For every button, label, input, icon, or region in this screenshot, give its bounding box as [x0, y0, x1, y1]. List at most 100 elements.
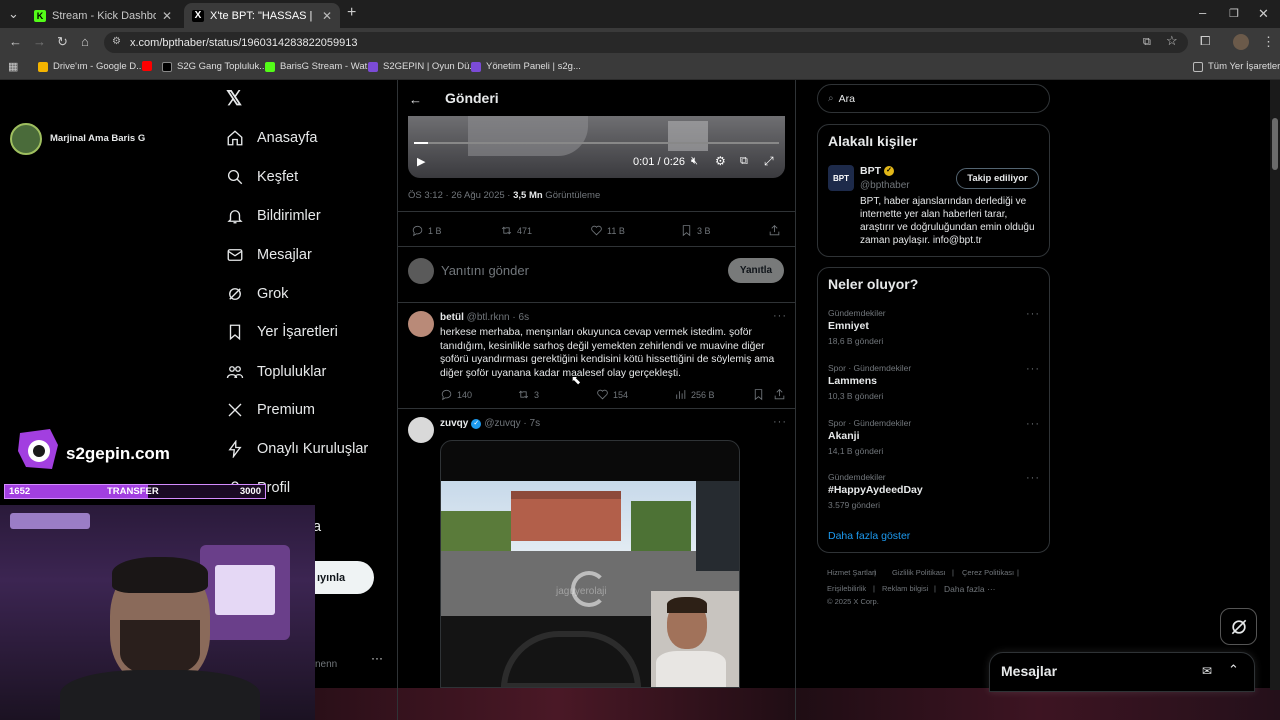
expand-icon[interactable]: ⌃: [1228, 662, 1239, 678]
bookmark-barisg[interactable]: BarisG Stream - Wat...: [265, 61, 375, 72]
more-icon[interactable]: ···: [1026, 308, 1040, 320]
menu-icon[interactable]: ⋮: [1262, 35, 1275, 49]
nav-label: Grok: [257, 286, 289, 302]
share-button[interactable]: [773, 388, 790, 401]
search-box[interactable]: ⌕ Ara: [817, 84, 1050, 113]
bookmark-s2g-gang[interactable]: S2G Gang Topluluk...: [162, 61, 267, 72]
home-button-icon[interactable]: ⌂: [81, 35, 89, 49]
post-button[interactable]: ıyınla: [315, 561, 374, 594]
footer-link-privacy[interactable]: Gizlilik Politikası: [892, 568, 946, 577]
mute-icon[interactable]: 🔇︎: [691, 155, 698, 168]
footer-link-ads[interactable]: Reklam bilgisi: [882, 584, 928, 593]
nav-notifications[interactable]: Bildirimler: [226, 204, 321, 228]
post-timestamp: ÖS 3:12 · 26 Ağu 2025 ·: [408, 190, 514, 201]
footer-link-cookies[interactable]: Çerez Politikası: [962, 568, 1014, 577]
bookmark-button[interactable]: [752, 388, 769, 401]
more-icon[interactable]: ···: [773, 416, 787, 428]
nav-bookmarks[interactable]: Yer İşaretleri: [226, 320, 338, 344]
star-icon[interactable]: ☆: [1166, 34, 1178, 48]
repost-count[interactable]: 471: [500, 224, 532, 237]
apps-icon[interactable]: ▦: [8, 60, 18, 74]
following-button[interactable]: Takip ediliyor: [956, 168, 1039, 189]
view-count[interactable]: 256 B: [674, 388, 715, 401]
messages-drawer[interactable]: Mesajlar ✉ ⌃: [989, 652, 1255, 692]
reply-video[interactable]: jaguyerolaji: [440, 440, 740, 688]
extensions-icon[interactable]: ⧠: [1200, 34, 1210, 48]
grok-floating-button[interactable]: [1220, 608, 1257, 645]
more-icon[interactable]: ···: [773, 310, 787, 322]
person-name[interactable]: BPT ✓: [860, 165, 894, 177]
close-tab-icon[interactable]: ✕: [162, 9, 172, 23]
more-icon[interactable]: ···: [1026, 418, 1040, 430]
new-tab-icon[interactable]: +: [347, 5, 356, 21]
close-window-icon[interactable]: ✕: [1258, 7, 1269, 21]
trend-item-happyaydeedday[interactable]: #HappyAydeedDay: [828, 484, 923, 496]
nav-verified-orgs[interactable]: Onaylı Kuruluşlar: [226, 437, 368, 461]
more-icon[interactable]: ···: [1026, 472, 1040, 484]
install-icon[interactable]: ⧉: [1143, 35, 1151, 49]
share-button[interactable]: [768, 224, 785, 237]
forward-icon[interactable]: →: [33, 35, 46, 49]
trend-count: 14,1 B gönderi: [828, 446, 884, 456]
reply-input[interactable]: Yanıtını gönder: [441, 263, 529, 278]
metric-value: 3 B: [697, 225, 711, 236]
footer-link-more[interactable]: Daha fazla ···: [944, 584, 996, 594]
footer-link-terms[interactable]: Hizmet Şartları: [827, 568, 877, 577]
footer-link-accessibility[interactable]: Erişilebilirlik: [827, 584, 866, 593]
minimize-icon[interactable]: –: [1199, 6, 1206, 20]
account-more-icon[interactable]: ···: [371, 651, 383, 665]
reply-text: herkese merhaba, menşınları okuyunca cev…: [440, 327, 775, 379]
bookmark-yonetim[interactable]: Yönetim Paneli | s2g...: [471, 61, 581, 72]
x-logo-icon[interactable]: 𝕏: [226, 89, 246, 109]
trend-item-akanji[interactable]: Akanji: [828, 430, 860, 442]
search-input[interactable]: Ara: [839, 93, 855, 105]
pip-icon[interactable]: ⧉: [740, 155, 748, 168]
nav-premium[interactable]: Premium: [226, 398, 315, 422]
post-meta: ÖS 3:12 · 26 Ağu 2025 · 3,5 Mn Görüntüle…: [408, 190, 600, 201]
maximize-icon[interactable]: ❐: [1229, 7, 1239, 21]
all-bookmarks[interactable]: Tüm Yer İşaretleri: [1193, 61, 1280, 72]
close-tab-icon[interactable]: ✕: [322, 9, 332, 23]
reply-count[interactable]: 1 B: [411, 224, 442, 237]
address-bar[interactable]: ⚙ x.com/bpthaber/status/1960314283822059…: [104, 32, 1188, 53]
scrollbar-thumb[interactable]: [1272, 118, 1278, 170]
video-player[interactable]: [408, 116, 785, 178]
bookmark-youtube[interactable]: [142, 61, 157, 71]
bpt-avatar[interactable]: BPT: [828, 165, 854, 191]
fullscreen-icon[interactable]: ⤢: [764, 154, 774, 169]
scrollbar[interactable]: [1270, 80, 1280, 690]
bookmark-drive[interactable]: Drive'ım - Google D...: [38, 61, 144, 72]
nav-explore[interactable]: Keşfet: [226, 165, 298, 189]
settings-icon[interactable]: ⚙: [715, 154, 726, 168]
tab-search-icon[interactable]: ⌄: [8, 7, 19, 21]
tab-x-post[interactable]: X X'te BPT: "HASSAS | Samsun'da ✕: [184, 3, 340, 28]
nav-messages[interactable]: Mesajlar: [226, 243, 312, 267]
tab-kick-dashboard[interactable]: K Stream - Kick Dashboard ✕: [26, 3, 180, 28]
verified-badge-icon: ✓: [471, 418, 482, 429]
reply-button[interactable]: Yanıtla: [728, 258, 784, 283]
bookmark-count[interactable]: 3 B: [680, 224, 711, 237]
nav-grok[interactable]: Grok: [226, 282, 288, 306]
repost-count[interactable]: 3: [517, 388, 539, 401]
show-more-link[interactable]: Daha fazla göster: [828, 530, 910, 542]
site-info-icon[interactable]: ⚙: [112, 36, 121, 47]
like-count[interactable]: 154: [596, 388, 628, 401]
reply-avatar[interactable]: [408, 311, 434, 337]
reload-icon[interactable]: ↻: [57, 35, 68, 49]
nav-communities[interactable]: Topluluklar: [226, 360, 326, 384]
back-icon[interactable]: ←: [9, 35, 22, 49]
reply-author[interactable]: zuvqy: [440, 418, 468, 429]
like-count[interactable]: 11 B: [590, 224, 625, 237]
reply-author[interactable]: betül: [440, 312, 464, 323]
profile-avatar[interactable]: [1233, 34, 1249, 50]
new-message-icon[interactable]: ✉: [1202, 664, 1212, 678]
reply-avatar[interactable]: [408, 417, 434, 443]
more-icon[interactable]: ···: [1026, 363, 1040, 375]
trend-item-emniyet[interactable]: Emniyet: [828, 320, 869, 332]
reply-count[interactable]: 140: [440, 388, 472, 401]
bookmark-s2gepin[interactable]: S2GEPIN | Oyun Dü...: [368, 61, 477, 72]
back-arrow-icon[interactable]: ←: [409, 92, 422, 107]
nav-home[interactable]: Anasayfa: [226, 126, 317, 150]
play-icon[interactable]: ▶: [417, 155, 425, 168]
trend-item-lammens[interactable]: Lammens: [828, 375, 877, 387]
